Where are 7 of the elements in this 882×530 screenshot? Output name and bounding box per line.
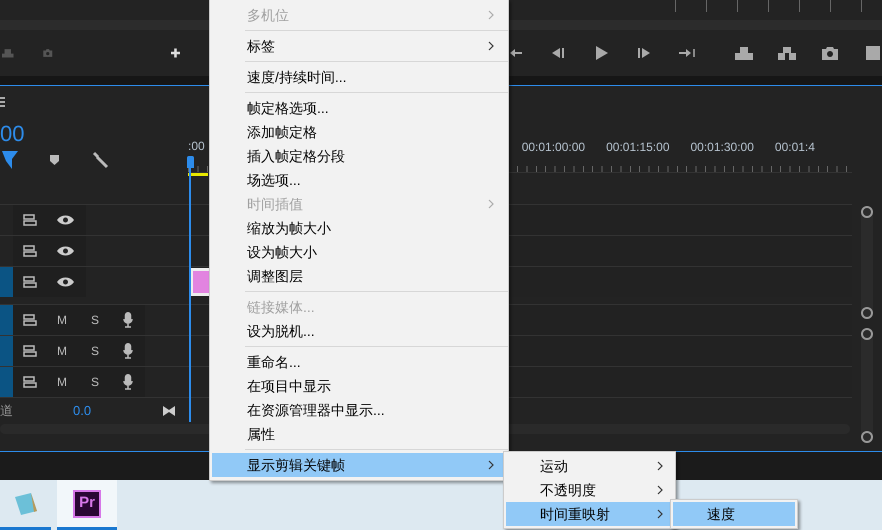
ruler-timecode: 00:01:15:00 <box>606 139 670 156</box>
track-label: 道 <box>0 402 14 420</box>
premiere-app-icon: Pr <box>73 490 101 518</box>
ruler-timecode: 00:01:30:00 <box>690 139 754 156</box>
ruler-timecode: 00:01:00:00 <box>522 139 586 156</box>
ruler-timecode: 00:01:4 <box>774 139 815 156</box>
ruler-timecode: :00 <box>188 138 205 155</box>
